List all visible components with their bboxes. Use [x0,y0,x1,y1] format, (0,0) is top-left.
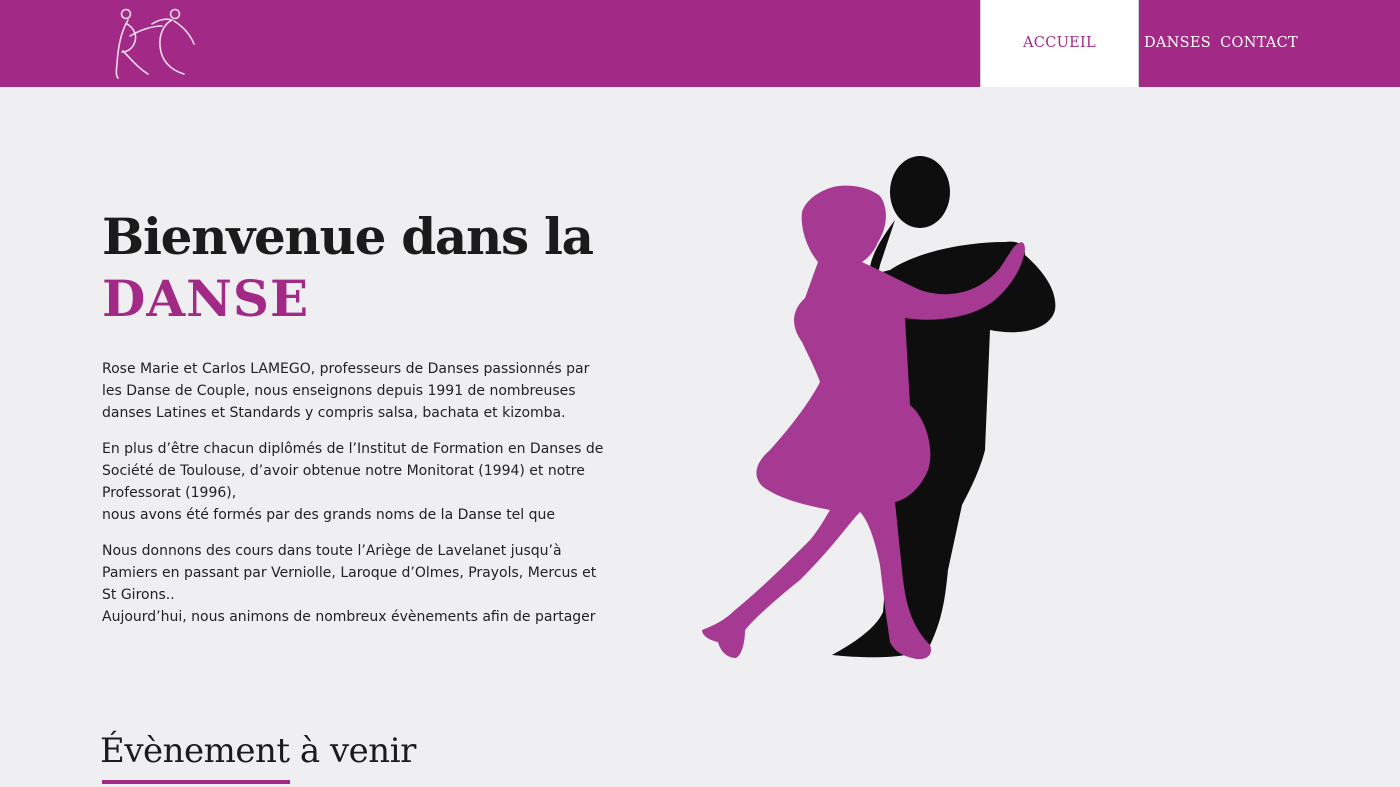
dancing-couple-logo-icon [115,8,195,79]
top-navbar: ACCUEIL DANSES CONTACT [0,0,1400,87]
intro-line: Pamiers en passant par Verniolle, Laroqu… [102,565,597,581]
intro-line: les Danse de Couple, nous enseignons dep… [102,383,576,399]
nav-danses[interactable]: DANSES [1144,0,1211,87]
nav-accueil[interactable]: ACCUEIL [980,0,1139,87]
intro-line: En plus d’être chacun diplômés de l’Inst… [102,441,604,457]
hero-title-accent: DANSE [102,269,310,328]
intro-line: Société de Toulouse, d’avoir obtenue not… [102,463,585,479]
intro-line: Aujourd’hui, nous animons de nombreux év… [102,609,596,625]
intro-paragraph-1: Rose Marie et Carlos LAMEGO, professeurs… [102,358,597,424]
intro-line: nous avons été formés par des grands nom… [102,507,556,523]
dancing-couple-silhouette [702,156,1056,660]
intro-text: Rose Marie et Carlos LAMEGO, professeurs… [102,358,604,642]
intro-line: danses Latines et Standards y compris sa… [102,405,566,421]
intro-paragraph-2: En plus d’être chacun diplômés de l’Inst… [102,438,604,526]
nav-contact[interactable]: CONTACT [1220,0,1298,87]
intro-line: Nous donnons des cours dans toute l’Ariè… [102,543,562,559]
logo-icon[interactable] [104,6,198,82]
intro-paragraph-3: Nous donnons des cours dans toute l’Ariè… [102,540,597,628]
intro-line: Rose Marie et Carlos LAMEGO, professeurs… [102,361,590,377]
hero-title-line1: Bienvenue dans la [102,207,594,266]
dancing-couple-illustration [690,150,1070,670]
hero-title: Bienvenue dans la DANSE [102,206,594,330]
events-heading: Évènement à venir [100,731,416,771]
events-heading-underline [102,780,290,784]
intro-line: St Girons.. [102,587,175,603]
intro-line: Professorat (1996), [102,485,237,501]
